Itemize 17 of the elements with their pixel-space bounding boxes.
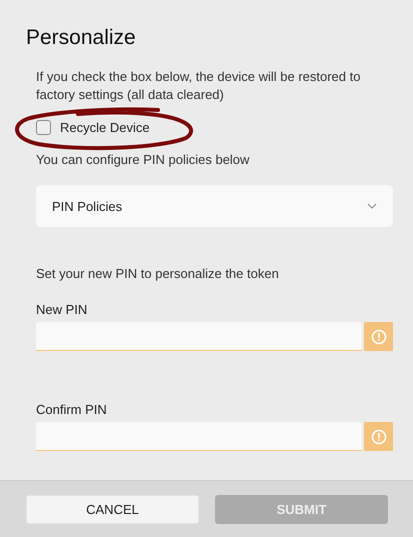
chevron-down-icon (367, 203, 377, 209)
checkbox-label: Recycle Device (60, 120, 150, 135)
field-label: New PIN (36, 302, 88, 317)
dialog-title: Personalize (26, 26, 137, 50)
warning-button[interactable] (364, 422, 393, 451)
intro-text: If you check the box below, the device will be restored to factory settings (all data cleared) (36, 68, 362, 104)
warning-button[interactable] (364, 322, 393, 351)
checkbox[interactable] (36, 120, 51, 135)
cancel-button[interactable]: CANCEL (26, 494, 199, 524)
pin-hint: Set your new PIN to personalize the token (36, 265, 280, 283)
pin-field[interactable] (36, 322, 362, 351)
field-label: Confirm PIN (36, 402, 107, 417)
policy-hint: You can configure PIN policies below (36, 151, 250, 169)
warning-icon (370, 428, 386, 444)
warning-icon (370, 328, 386, 344)
pin-field[interactable] (36, 422, 362, 451)
policy-dropdown[interactable]: PIN Policies (36, 185, 393, 227)
